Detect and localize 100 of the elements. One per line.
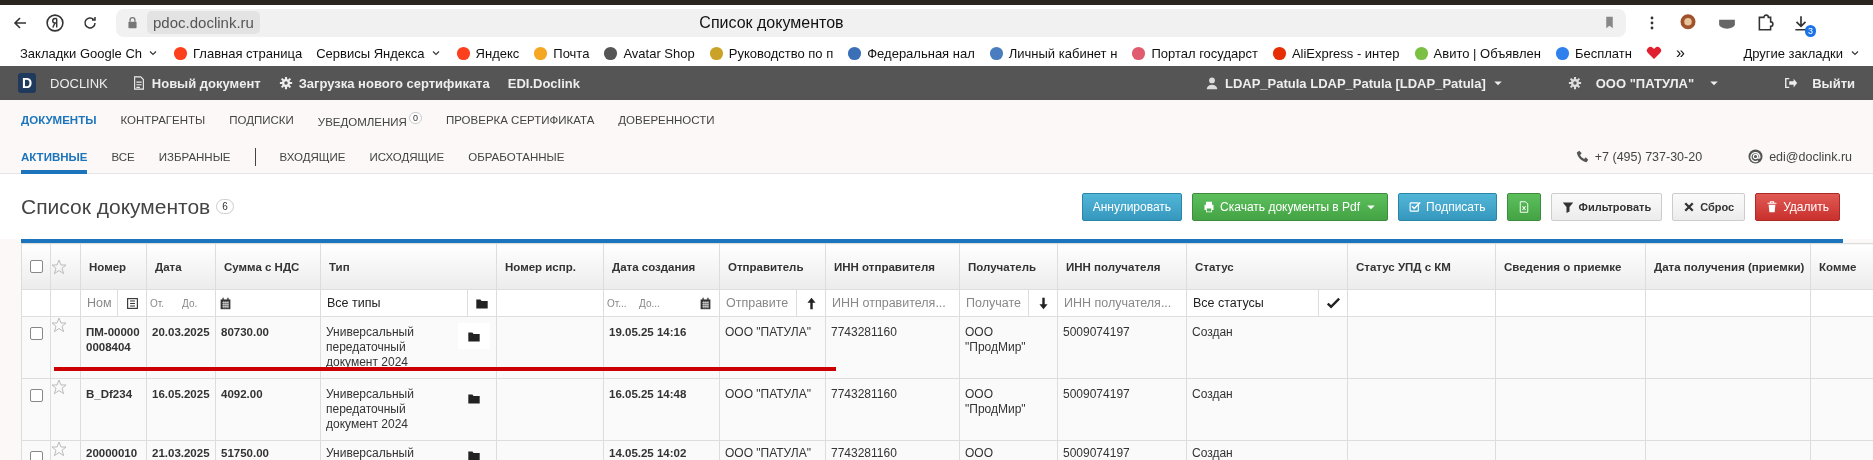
table-cell-text: 5009074197 [1062,324,1131,341]
column-header[interactable]: Тип [321,260,358,273]
checkbox[interactable] [29,389,43,402]
email-address[interactable]: edi@doclink.ru [1769,149,1852,164]
bookmark[interactable]: Личный кабинет н [988,45,1118,61]
table-cell-text: 5009074197 [1062,445,1131,460]
other-bookmarks-folder[interactable]: Другие закладки [1743,45,1861,61]
table-cell-text: ООО [964,445,994,460]
reload-icon[interactable] [82,14,98,31]
phone-number: +7 (495) 737-30-20 [1594,149,1703,164]
date-range-field[interactable]: От... До... [603,289,720,317]
check-square-icon [1409,200,1422,213]
bookmark-icon[interactable] [1603,15,1616,30]
table-cell-text: 7743281160 [830,445,898,460]
folder-icon[interactable] [475,296,489,310]
trash-icon [1766,200,1779,213]
filter-field[interactable]: Отправите [719,289,826,317]
user-menu[interactable]: LDAP_Patula LDAP_Patula [LDAP_Patula] [1224,75,1486,91]
table-cell-text: 7743281160 [830,324,898,341]
table-cell-text: Универсальный передаточный документ 2024 [325,386,415,433]
filter-tab[interactable]: ОБРАБОТАННЫЕ [468,139,565,174]
nav-tab[interactable]: ДОКУМЕНТЫ [21,114,97,126]
table-cell-text: ООО "ПАТУЛА" [724,445,812,460]
calendar-icon[interactable] [698,296,712,310]
logout-icon [1784,76,1799,90]
table-cell-text: ПМ-000000008404 [85,325,141,355]
url-text: pdoc.doclink.ru [147,11,260,34]
filter-tab[interactable]: ВСЕ [111,139,135,174]
page-heading: Список документов [21,194,211,219]
action-button[interactable]: Сброс [1672,192,1746,221]
bookmark[interactable]: Федеральная нал [847,45,975,61]
heart-icon[interactable] [1645,45,1662,61]
table-cell-text: ООО "ПродМир" [964,324,1027,356]
table-cell-text: Создан [1191,324,1234,341]
brand-name[interactable]: DOCLINK [50,75,108,91]
more-bookmarks[interactable]: » [1675,44,1685,62]
table-cell-text: ООО "ПАТУЛА" [724,386,812,403]
star-icon[interactable] [51,441,67,457]
folder-icon [467,448,481,460]
count-badge: 6 [216,199,234,214]
star-icon[interactable] [51,317,67,333]
close-icon [1683,200,1696,213]
puzzle-icon[interactable] [1756,13,1774,32]
nav-tab[interactable]: ПРОВЕРКА СЕРТИФИКАТА [445,114,595,126]
browser-logo-icon[interactable] [46,13,64,32]
checkbox[interactable] [29,260,43,273]
folder-icon [467,329,481,343]
bookmark-folder[interactable]: Сервисы Яндекса [316,45,442,61]
filter-field[interactable]: Ном [80,289,147,317]
nav-tab[interactable]: ДОВЕРЕННОСТИ [618,114,715,126]
address-bar[interactable]: pdoc.doclink.ru Список документов [116,8,1626,37]
nav-tab[interactable]: ПОДПИСКИ [229,114,294,126]
nav-tab[interactable]: УВЕДОМЛЕНИЯ $^{0}$ [317,112,422,128]
filter-icon [1561,200,1574,213]
header-link[interactable]: Новый документ [151,75,261,91]
at-icon [1748,149,1764,164]
filter-tab[interactable]: ИСХОДЯЩИЕ [369,139,445,174]
filter-field[interactable]: Получате [959,289,1058,317]
app-logo[interactable]: D [18,73,36,93]
user-icon [1204,76,1219,90]
star-icon[interactable] [51,258,67,275]
table-cell-text: 14.05.25 14:02 [608,446,688,460]
type-folder-button[interactable] [458,323,490,349]
gear-icon [1567,76,1582,90]
bookmark[interactable]: Почта [533,45,590,61]
bookmark[interactable]: Руководство по п [708,45,834,61]
gear-icon [278,76,293,90]
action-button[interactable]: Удалить [1755,192,1840,221]
bookmark[interactable]: Яндекс [455,45,520,61]
table-cell-text: 20.03.2025 [151,325,211,340]
organization-menu[interactable]: ООО "ПАТУЛА" [1595,75,1695,91]
table-cell-text: Создан [1191,445,1234,460]
table-cell-text: 16.05.25 14:48 [608,387,688,402]
checkbox[interactable] [29,327,43,340]
export-button[interactable] [1506,192,1541,221]
checkbox[interactable] [29,451,43,460]
page-title: Список документов [698,13,845,32]
bookmark[interactable]: Авито | Объявлен [1413,45,1541,61]
column-header[interactable]: Дата [147,260,190,273]
bookmark[interactable]: AliExpress - интер [1271,45,1400,61]
printer-icon [1203,200,1216,213]
bookmark[interactable]: Бесплатн [1554,45,1632,61]
filter-tab[interactable]: ИЗБРАННЫЕ [158,139,231,174]
nav-tab[interactable]: КОНТРАГЕНТЫ [120,114,206,126]
bookmark[interactable]: Портал государст [1131,45,1258,61]
header-link[interactable]: EDI.Doclink [507,75,580,91]
logout-link[interactable]: Выйти [1812,75,1855,91]
table-cell-text: Универсальный [325,445,415,460]
column-header[interactable]: Статус [1187,260,1242,273]
bookmark[interactable]: Avatar Shop [603,45,695,61]
star-icon[interactable] [51,379,67,395]
filter-tab[interactable]: ВХОДЯЩИЕ [279,139,346,174]
action-button[interactable]: Фильтровать [1550,192,1663,221]
check-icon[interactable] [1326,296,1340,310]
bookmark[interactable]: Главная страница [173,45,303,61]
bookmark-folder[interactable]: Закладки Google Ch [20,45,160,61]
header-link[interactable]: Загрузка нового сертификата [298,75,490,91]
back-icon[interactable] [12,14,28,31]
table-cell-text: 4092.00 [220,387,264,402]
list-icon[interactable] [125,296,139,310]
